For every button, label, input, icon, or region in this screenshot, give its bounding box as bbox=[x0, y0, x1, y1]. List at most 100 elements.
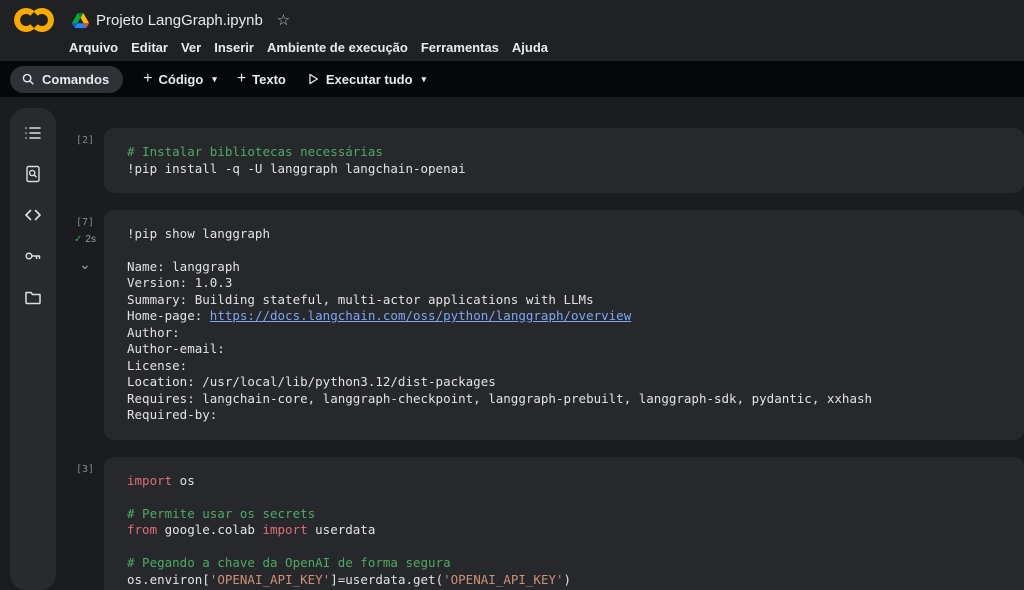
menu-bar: Arquivo Editar Ver Inserir Ambiente de e… bbox=[0, 34, 1024, 61]
menu-ferramentas[interactable]: Ferramentas bbox=[421, 40, 499, 55]
output-line: Location: /usr/local/lib/python3.12/dist… bbox=[127, 374, 1004, 391]
output-line: Requires: langchain-core, langgraph-chec… bbox=[127, 391, 1004, 408]
code-token: import bbox=[127, 473, 172, 488]
output-link[interactable]: https://docs.langchain.com/oss/python/la… bbox=[210, 308, 631, 323]
add-code-button[interactable]: + Código ▾ bbox=[143, 71, 217, 87]
output-line: Required-by: bbox=[127, 407, 1004, 424]
code-line: # Permite usar os secrets bbox=[127, 506, 1004, 523]
cell-list: [2] # Instalar bibliotecas necessárias !pi… bbox=[66, 108, 1024, 590]
code-line bbox=[127, 489, 1004, 506]
cell-gutter: [3] bbox=[66, 457, 104, 590]
commands-button[interactable]: Comandos bbox=[10, 66, 123, 93]
code-token: # Pegando a chave da OpenAI de forma seg… bbox=[127, 555, 451, 570]
code-line: os.environ['OPENAI_API_KEY']=userdata.ge… bbox=[127, 572, 1004, 589]
notebook-cell: [3] import os # Permite usar os secretsfr… bbox=[66, 457, 1024, 590]
code-line: import os bbox=[127, 473, 1004, 490]
search-icon bbox=[21, 72, 35, 86]
code-line: !pip show langgraph bbox=[127, 226, 1004, 243]
commands-label: Comandos bbox=[42, 72, 109, 87]
run-all-button[interactable]: Executar tudo ▾ bbox=[306, 72, 426, 87]
left-sidebar bbox=[0, 108, 66, 590]
execution-count[interactable]: [3] bbox=[76, 464, 94, 475]
code-line bbox=[127, 539, 1004, 556]
menu-editar[interactable]: Editar bbox=[131, 40, 168, 55]
files-folder-icon[interactable] bbox=[24, 288, 42, 306]
add-text-button[interactable]: + Texto bbox=[237, 71, 286, 87]
code-token: !pip show langgraph bbox=[127, 226, 270, 241]
cell-gutter: [7] ✓2s ⌄ bbox=[66, 210, 104, 440]
cell-editor[interactable]: # Instalar bibliotecas necessárias !pip i… bbox=[104, 128, 1024, 193]
code-token: ) bbox=[564, 572, 572, 587]
menu-ajuda[interactable]: Ajuda bbox=[512, 40, 548, 55]
output-line: Name: langgraph bbox=[127, 259, 1004, 276]
code-token: userdata bbox=[308, 522, 376, 537]
code-token: # Instalar bibliotecas necessárias bbox=[127, 144, 383, 159]
code-area: import os # Permite usar os secretsfrom … bbox=[127, 473, 1004, 589]
code-token: 'OPENAI_API_KEY' bbox=[443, 572, 563, 587]
find-in-notebook-icon[interactable] bbox=[24, 165, 42, 183]
collapse-output-chevron-icon[interactable]: ⌄ bbox=[79, 259, 91, 269]
star-outline-icon[interactable]: ☆ bbox=[277, 11, 290, 29]
success-check-icon: ✓ bbox=[74, 234, 82, 245]
output-line: Home-page: https://docs.langchain.com/os… bbox=[127, 308, 1004, 325]
code-token: ]=userdata.get( bbox=[330, 572, 443, 587]
code-line: # Instalar bibliotecas necessárias bbox=[127, 144, 1004, 161]
code-token: Name: langgraph bbox=[127, 259, 240, 274]
notebook-toolbar: Comandos + Código ▾ + Texto Executar tud… bbox=[0, 61, 1024, 97]
run-all-label: Executar tudo bbox=[326, 72, 413, 87]
code-token: # Permite usar os secrets bbox=[127, 506, 315, 521]
code-snippets-icon[interactable] bbox=[24, 206, 42, 224]
code-token: os.environ[ bbox=[127, 572, 210, 587]
code-token: Requires: langchain-core, langgraph-chec… bbox=[127, 391, 872, 406]
code-token: import bbox=[262, 522, 307, 537]
table-of-contents-icon[interactable] bbox=[24, 124, 42, 142]
code-area: !pip show langgraph bbox=[127, 226, 1004, 243]
cell-gutter: [2] bbox=[66, 128, 104, 193]
execution-time: ✓2s bbox=[74, 234, 96, 245]
code-token: Location: /usr/local/lib/python3.12/dist… bbox=[127, 374, 496, 389]
chevron-down-icon: ▾ bbox=[422, 74, 427, 85]
code-token: google.colab bbox=[157, 522, 262, 537]
menu-ver[interactable]: Ver bbox=[181, 40, 201, 55]
code-token: License: bbox=[127, 358, 187, 373]
code-token: Author-email: bbox=[127, 341, 225, 356]
code-token: Version: 1.0.3 bbox=[127, 275, 232, 290]
notebook-cell: [7] ✓2s ⌄ !pip show langgraph Name: langgrap… bbox=[66, 210, 1024, 440]
code-area: # Instalar bibliotecas necessárias !pip i… bbox=[127, 144, 1004, 177]
title-row: Projeto LangGraph.ipynb ☆ bbox=[0, 0, 1024, 34]
add-text-label: Texto bbox=[252, 72, 286, 87]
notebook-cell: [2] # Instalar bibliotecas necessárias !pi… bbox=[66, 128, 1024, 193]
app-header: Projeto LangGraph.ipynb ☆ Arquivo Editar… bbox=[0, 0, 1024, 61]
cell-editor[interactable]: !pip show langgraph Name: langgraphVersio… bbox=[104, 210, 1024, 440]
code-line: # Pegando a chave da OpenAI de forma seg… bbox=[127, 555, 1004, 572]
secrets-key-icon[interactable] bbox=[24, 247, 42, 265]
code-line: !pip install -q -U langgraph langchain-o… bbox=[127, 161, 1004, 178]
menu-arquivo[interactable]: Arquivo bbox=[69, 40, 118, 55]
output-line: Author: bbox=[127, 325, 1004, 342]
code-token: Summary: Building stateful, multi-actor … bbox=[127, 292, 594, 307]
google-drive-icon[interactable] bbox=[72, 13, 89, 28]
code-token: 'OPENAI_API_KEY' bbox=[210, 572, 330, 587]
code-token: Required-by: bbox=[127, 407, 217, 422]
add-code-label: Código bbox=[159, 72, 204, 87]
menu-inserir[interactable]: Inserir bbox=[214, 40, 254, 55]
execution-count[interactable]: [7] bbox=[76, 217, 94, 228]
menu-ambiente-execucao[interactable]: Ambiente de execução bbox=[267, 40, 408, 55]
notebook-content: [2] # Instalar bibliotecas necessárias !pi… bbox=[0, 97, 1024, 590]
plus-icon: + bbox=[237, 71, 246, 87]
output-area: Name: langgraphVersion: 1.0.3 Summary: Bu… bbox=[127, 259, 1004, 424]
code-token: os bbox=[172, 473, 195, 488]
colab-logo-icon[interactable] bbox=[12, 6, 56, 34]
plus-icon: + bbox=[143, 71, 152, 87]
play-outline-icon bbox=[306, 72, 320, 86]
code-token: Author: bbox=[127, 325, 180, 340]
sidebar-panel bbox=[10, 108, 56, 590]
output-line: Version: 1.0.3 bbox=[127, 275, 1004, 292]
output-line: Summary: Building stateful, multi-actor … bbox=[127, 292, 1004, 309]
code-line: from google.colab import userdata bbox=[127, 522, 1004, 539]
cell-editor[interactable]: import os # Permite usar os secretsfrom … bbox=[104, 457, 1024, 590]
output-line: Author-email: bbox=[127, 341, 1004, 358]
execution-count[interactable]: [2] bbox=[76, 135, 94, 146]
chevron-down-icon: ▾ bbox=[212, 74, 217, 85]
notebook-title[interactable]: Projeto LangGraph.ipynb bbox=[96, 12, 263, 29]
